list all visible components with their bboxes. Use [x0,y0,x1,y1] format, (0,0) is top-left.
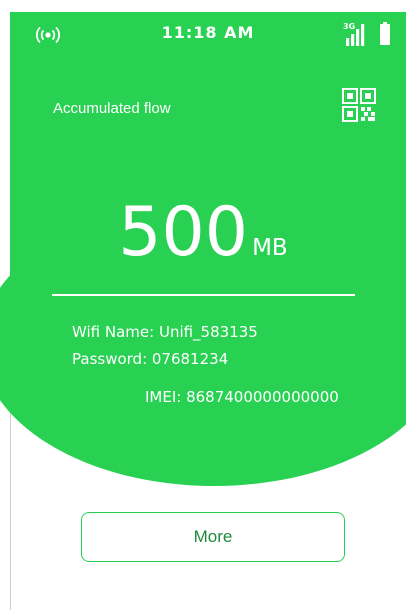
more-button[interactable]: More [81,512,345,562]
accumulated-flow-label: Accumulated flow [53,100,171,117]
cell-signal-bars-icon [346,24,365,46]
qr-code-icon[interactable] [342,88,376,122]
wifi-name-text: Wifi Name: Unifi_583135 [72,323,258,341]
divider-line [52,294,355,296]
password-text: Password: 07681234 [72,350,229,368]
usage-unit: MB [252,235,288,261]
app-screen: 11:18 AM 3G Accumulated flow 500 MB Wifi … [0,0,406,610]
more-button-label: More [193,527,233,546]
battery-icon [380,22,390,45]
top-strip [0,0,406,12]
imei-text: IMEI: 8687400000000000 [145,388,339,406]
usage-value: 500 [118,193,249,272]
usage-amount: 500 MB [0,196,406,270]
status-bar: 11:18 AM 3G [10,12,406,56]
